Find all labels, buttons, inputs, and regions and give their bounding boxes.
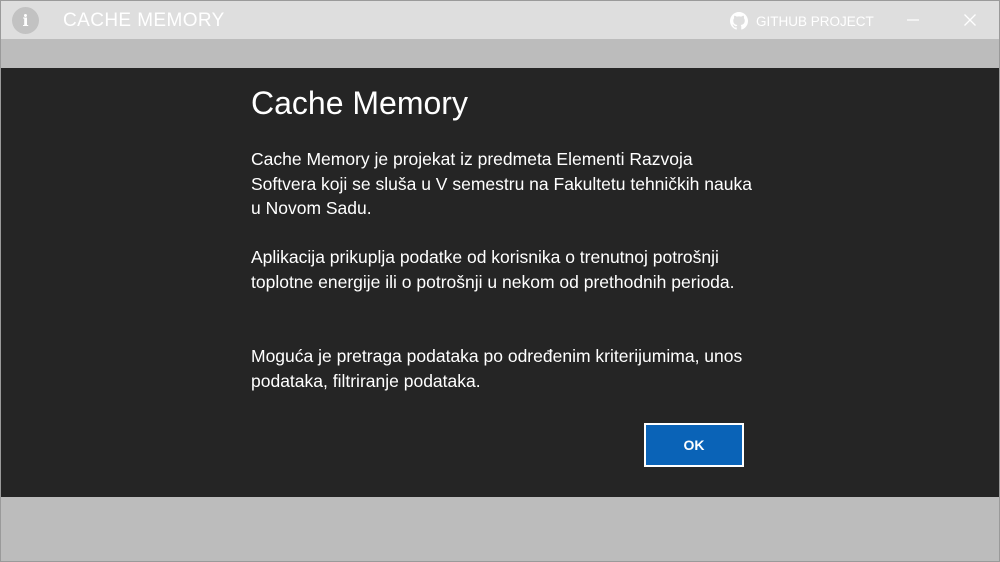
- dialog-title: Cache Memory: [251, 85, 468, 121]
- minimize-icon: [907, 19, 919, 21]
- dialog-paragraph-2: Aplikacija prikuplja podatke od korisnik…: [251, 247, 735, 292]
- window-title: CACHE MEMORY: [63, 10, 225, 31]
- dialog-paragraph-3: Moguća je pretraga podataka po određenim…: [251, 346, 743, 391]
- minimize-button[interactable]: [892, 1, 934, 39]
- github-project-label: GITHUB PROJECT: [756, 13, 874, 29]
- github-icon: [730, 12, 748, 30]
- close-button[interactable]: [949, 1, 991, 39]
- app-window: i CACHE MEMORY GITHUB PROJECT Cache Memo…: [0, 0, 1000, 562]
- title-bar[interactable]: i CACHE MEMORY GITHUB PROJECT: [1, 1, 999, 39]
- github-project-link[interactable]: GITHUB PROJECT: [730, 10, 874, 32]
- ok-button[interactable]: OK: [644, 423, 744, 467]
- about-dialog: Cache Memory Cache Memory je projekat iz…: [1, 68, 999, 497]
- info-icon: i: [12, 7, 39, 34]
- close-icon: [964, 14, 976, 26]
- dialog-paragraph-1: Cache Memory je projekat iz predmeta Ele…: [251, 149, 752, 218]
